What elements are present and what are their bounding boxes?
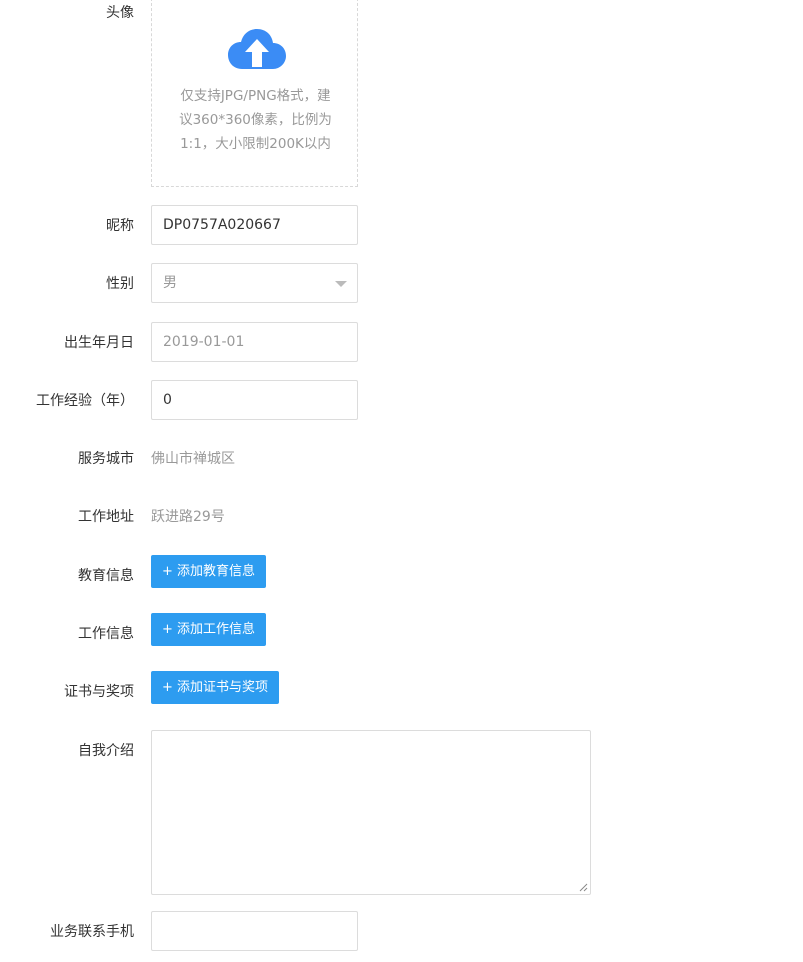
experience-input[interactable]: 0 [151,380,358,420]
intro-textarea[interactable] [151,730,591,895]
gender-select[interactable]: 男 [151,263,358,303]
nickname-label: 昵称 [106,218,134,234]
gender-label: 性别 [106,276,134,292]
birthday-label: 出生年月日 [64,335,134,351]
chevron-down-icon [335,281,347,287]
certificates-label: 证书与奖项 [64,684,134,700]
service-city-label: 服务城市 [78,451,134,467]
work-address-label: 工作地址 [78,509,134,525]
phone-label: 业务联系手机 [50,924,134,940]
avatar-upload-area[interactable]: 仅支持JPG/PNG格式，建议360*360像素，比例为1:1，大小限制200K… [151,0,358,187]
education-label: 教育信息 [78,568,134,584]
avatar-label: 头像 [106,5,134,21]
cloud-upload-icon [228,29,286,69]
add-work-info-button[interactable]: + 添加工作信息 [151,613,266,646]
profile-form: 头像 仅支持JPG/PNG格式，建议360*360像素，比例为1:1，大小限制2… [0,0,803,962]
avatar-upload-hint: 仅支持JPG/PNG格式，建议360*360像素，比例为1:1，大小限制200K… [179,88,332,152]
gender-select-value: 男 [163,275,177,291]
work-address-value: 跃进路29号 [151,509,225,525]
add-education-button[interactable]: + 添加教育信息 [151,555,266,588]
intro-label: 自我介绍 [78,743,134,759]
nickname-input[interactable]: DP0757A020667 [151,205,358,245]
phone-input[interactable] [151,911,358,951]
work-info-label: 工作信息 [78,626,134,642]
add-certificate-button[interactable]: + 添加证书与奖项 [151,671,279,704]
experience-label: 工作经验（年） [36,393,134,409]
service-city-value: 佛山市禅城区 [151,451,235,467]
resize-grip-icon[interactable] [579,883,588,892]
birthday-input[interactable]: 2019-01-01 [151,322,358,362]
